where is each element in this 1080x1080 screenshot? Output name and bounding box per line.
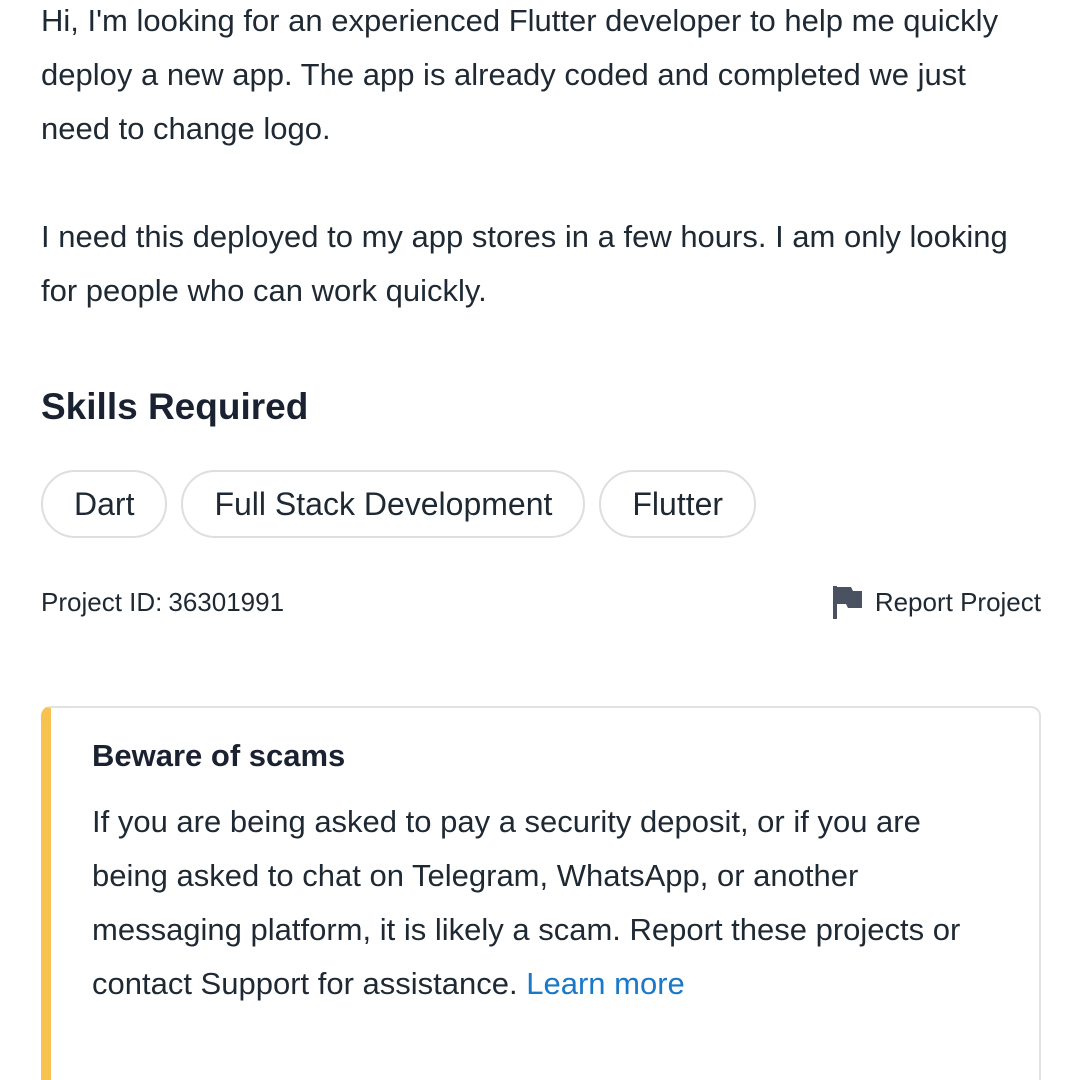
scam-warning-alert: Beware of scams If you are being asked t… [41, 706, 1041, 1080]
project-meta-row: Project ID: 36301991 Report Project [41, 584, 1041, 620]
project-details: Hi, I'm looking for an experienced Flutt… [41, 0, 1041, 1080]
project-description-paragraph-1: Hi, I'm looking for an experienced Flutt… [41, 3, 999, 146]
project-description-paragraph-2: I need this deployed to my app stores in… [41, 219, 1008, 308]
scam-warning-body: If you are being asked to pay a security… [92, 795, 992, 1011]
flag-icon [832, 586, 862, 619]
report-project-button[interactable]: Report Project [831, 584, 1041, 620]
skill-chip-dart[interactable]: Dart [41, 470, 168, 538]
project-id-label: Project ID: [41, 586, 163, 617]
skill-chip-flutter[interactable]: Flutter [599, 470, 757, 538]
skills-required-heading: Skills Required [41, 386, 309, 427]
project-id-value: 36301991 [168, 586, 285, 617]
project-id: Project ID: 36301991 [41, 587, 290, 618]
skills-chip-list: Dart Full Stack Development Flutter [41, 470, 757, 538]
skill-chip-full-stack-development[interactable]: Full Stack Development [181, 470, 586, 538]
scam-warning-title: Beware of scams [92, 738, 346, 773]
report-project-label: Report Project [874, 586, 1041, 617]
learn-more-link[interactable]: Learn more [526, 966, 685, 1001]
